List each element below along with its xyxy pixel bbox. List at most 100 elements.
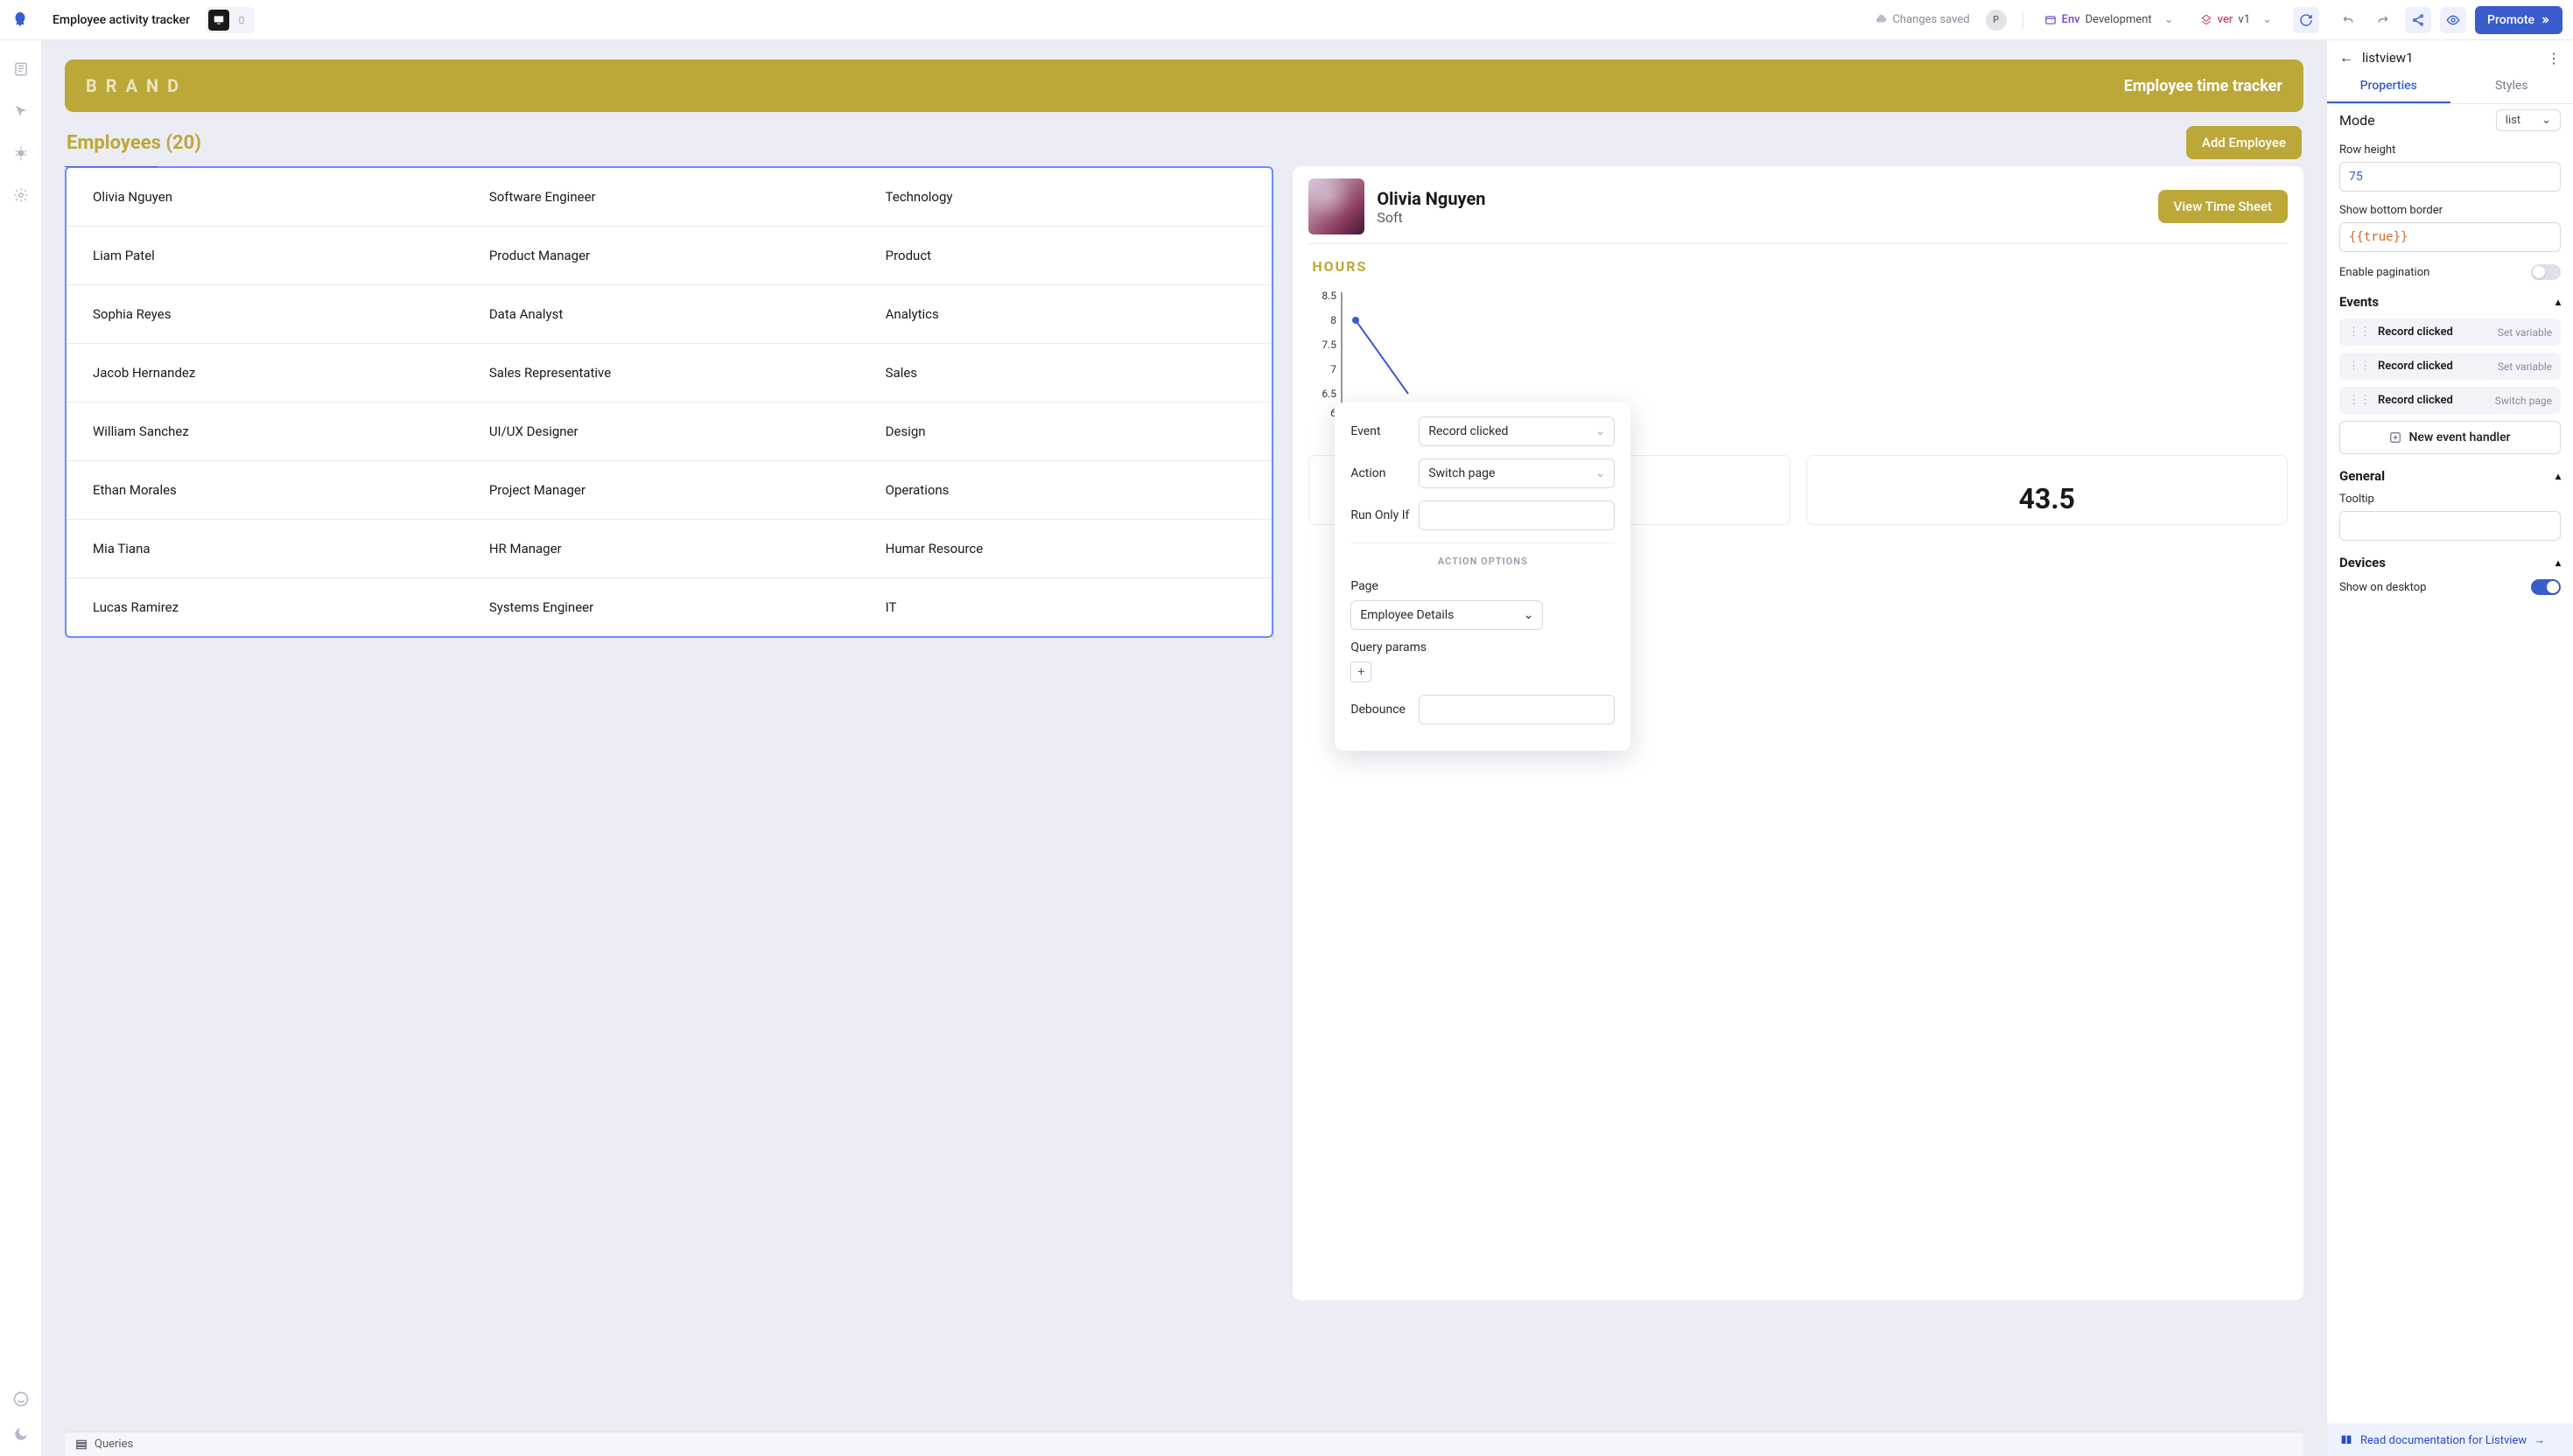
cell-role: HR Manager [489, 541, 886, 556]
pages-icon[interactable] [11, 60, 31, 79]
cloud-icon [1875, 14, 1887, 26]
action-select[interactable]: Switch page⌄ [1419, 458, 1615, 488]
cell-dept: Technology [886, 189, 1246, 205]
cursor-icon[interactable] [11, 102, 31, 121]
event-action: Switch page [2495, 395, 2552, 407]
add-query-param-button[interactable]: + [1350, 662, 1371, 682]
cell-name: Lucas Ramirez [93, 599, 489, 615]
user-avatar[interactable]: P [1986, 10, 2007, 31]
settings-icon[interactable] [11, 186, 31, 205]
version-selector[interactable]: ver v1 ⌄ [2195, 10, 2277, 30]
employee-avatar [1308, 178, 1364, 234]
back-button[interactable]: ← [2339, 49, 2353, 66]
cell-dept: Design [886, 424, 1246, 439]
save-status: Changes saved [1875, 13, 1969, 26]
env-icon [2044, 14, 2057, 26]
event-name: Record clicked [2378, 394, 2488, 407]
run-only-if-input[interactable] [1419, 500, 1615, 530]
chevron-down-icon: ⌄ [2262, 13, 2272, 26]
desktop-icon[interactable] [208, 10, 229, 31]
event-select[interactable]: Record clicked⌄ [1419, 416, 1615, 446]
view-timesheet-button[interactable]: View Time Sheet [2158, 190, 2288, 223]
canvas: BRAND Employee time tracker Employees (2… [42, 40, 2326, 1456]
show-bottom-border-input[interactable]: {{true}} [2339, 222, 2561, 252]
event-item[interactable]: ⋮⋮Record clickedSet variable [2339, 353, 2561, 380]
show-on-desktop-label: Show on desktop [2339, 581, 2426, 594]
preview-button[interactable] [2440, 7, 2466, 33]
queries-footer[interactable]: Queries [65, 1432, 2303, 1456]
event-name: Record clicked [2378, 326, 2491, 339]
event-action: Set variable [2498, 326, 2552, 339]
undo-button[interactable] [2335, 7, 2361, 33]
app-title: Employee activity tracker [53, 13, 190, 27]
tab-styles[interactable]: Styles [2450, 70, 2573, 103]
tab-properties[interactable]: Properties [2327, 70, 2450, 103]
chevrons-right-icon [2540, 15, 2550, 25]
listview-container: LISTVIEW1 Olivia NguyenSoftware Engineer… [65, 166, 1273, 1300]
theme-icon[interactable] [11, 1424, 31, 1444]
table-row[interactable]: Olivia NguyenSoftware EngineerTechnology [67, 168, 1272, 227]
hours-heading: HOURS [1312, 258, 2288, 275]
debounce-input[interactable] [1419, 695, 1615, 724]
drag-handle-icon[interactable]: ⋮⋮ [2348, 326, 2371, 339]
page-select[interactable]: Employee Details⌄ [1350, 600, 1543, 630]
chevron-down-icon: ⌄ [1595, 466, 1606, 480]
plus-square-icon [2389, 431, 2401, 444]
kebab-menu-icon[interactable]: ⋮ [2547, 50, 2561, 66]
svg-text:8: 8 [1331, 314, 1337, 326]
share-button[interactable] [2405, 7, 2431, 33]
employee-role: Soft [1377, 209, 1485, 226]
enable-pagination-toggle[interactable] [2531, 264, 2561, 280]
redo-button[interactable] [2370, 7, 2396, 33]
cell-dept: Sales [886, 365, 1246, 381]
promote-button[interactable]: Promote [2475, 6, 2562, 34]
row-height-input[interactable]: 75 [2339, 162, 2561, 192]
bug-icon[interactable] [11, 144, 31, 163]
events-section-header[interactable]: Events▴ [2339, 294, 2561, 310]
devices-section-header[interactable]: Devices▴ [2339, 555, 2561, 570]
show-on-desktop-toggle[interactable] [2531, 579, 2561, 595]
general-section-header[interactable]: General▴ [2339, 468, 2561, 484]
cell-role: Data Analyst [489, 306, 886, 322]
detail-header: Olivia Nguyen Soft View Time Sheet [1308, 178, 2288, 244]
chevron-down-icon: ⌄ [2541, 114, 2551, 127]
employees-header: Employees (20) Add Employee [65, 124, 2303, 166]
table-row[interactable]: Sophia ReyesData AnalystAnalytics [67, 285, 1272, 344]
drag-handle-icon[interactable]: ⋮⋮ [2348, 360, 2371, 373]
table-row[interactable]: Lucas RamirezSystems EngineerIT [67, 578, 1272, 636]
cell-dept: IT [886, 599, 1246, 615]
mobile-icon[interactable] [231, 10, 252, 31]
listview-selection-label[interactable]: LISTVIEW1 [65, 166, 158, 167]
listview[interactable]: Olivia NguyenSoftware EngineerTechnology… [65, 166, 1273, 638]
drag-handle-icon[interactable]: ⋮⋮ [2348, 394, 2371, 407]
documentation-link[interactable]: Read documentation for Listview → [2327, 1424, 2573, 1456]
refresh-button[interactable] [2293, 7, 2319, 33]
support-icon[interactable] [11, 1390, 31, 1409]
table-row[interactable]: Ethan MoralesProject ManagerOperations [67, 461, 1272, 520]
table-row[interactable]: Jacob HernandezSales RepresentativeSales [67, 344, 1272, 402]
debounce-label: Debounce [1350, 703, 1419, 717]
mode-label: Mode [2339, 112, 2375, 129]
svg-text:7: 7 [1331, 363, 1337, 375]
event-item[interactable]: ⋮⋮ Record clicked Set variable [2339, 318, 2561, 346]
new-event-handler-button[interactable]: New event handler [2339, 421, 2561, 454]
env-selector[interactable]: Env Development ⌄ [2039, 10, 2179, 30]
cell-role: Project Manager [489, 482, 886, 498]
employee-name: Olivia Nguyen [1377, 188, 1485, 209]
enable-pagination-label: Enable pagination [2339, 266, 2429, 279]
chevron-down-icon: ⌄ [1524, 608, 1534, 622]
add-employee-button[interactable]: Add Employee [2186, 126, 2302, 159]
cell-name: William Sanchez [93, 424, 489, 439]
device-switcher[interactable] [206, 7, 255, 33]
cell-name: Olivia Nguyen [93, 189, 489, 205]
table-row[interactable]: Liam PatelProduct ManagerProduct [67, 227, 1272, 285]
queries-icon [75, 1438, 88, 1451]
mode-select[interactable]: list ⌄ [2496, 109, 2561, 131]
table-row[interactable]: Mia TianaHR ManagerHumar Resource [67, 520, 1272, 578]
top-bar: Employee activity tracker Changes saved … [0, 0, 2573, 40]
table-row[interactable]: William SanchezUI/UX DesignerDesign [67, 402, 1272, 461]
book-icon [2339, 1433, 2353, 1447]
inspector-title: listview1 [2362, 50, 2538, 66]
event-item[interactable]: ⋮⋮ Record clicked Switch page [2339, 387, 2561, 414]
tooltip-input[interactable] [2339, 511, 2561, 541]
